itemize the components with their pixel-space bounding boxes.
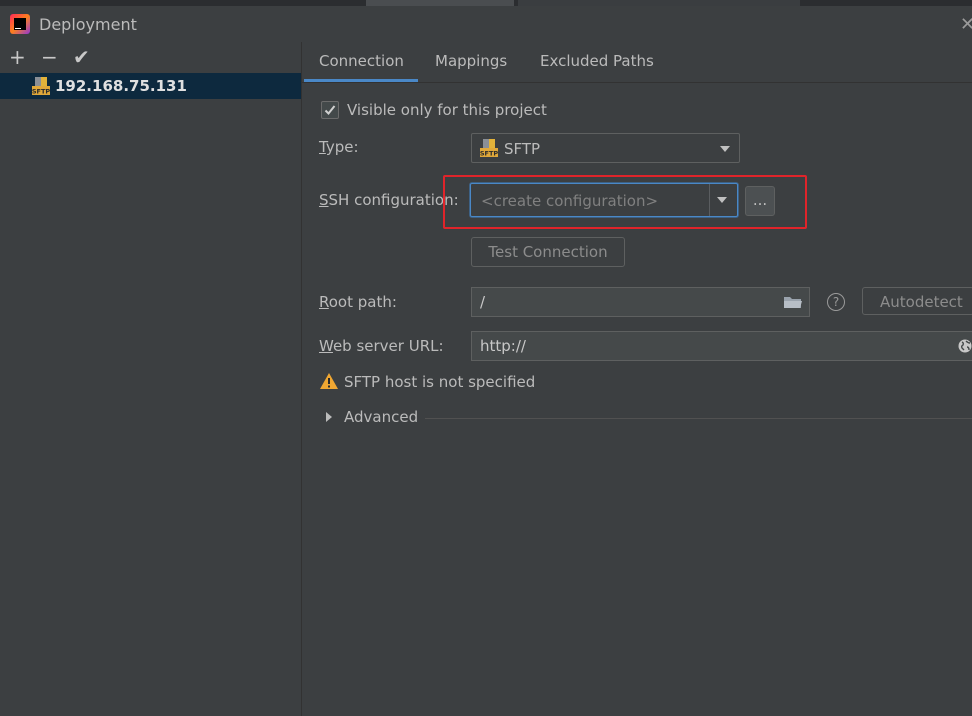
autodetect-button[interactable]: Autodetect (862, 287, 972, 315)
root-path-input[interactable]: / (471, 287, 810, 317)
tab-excluded-paths[interactable]: Excluded Paths (540, 52, 654, 70)
type-value: SFTP (504, 140, 541, 158)
warning-icon (320, 373, 338, 389)
server-list-panel (0, 42, 302, 716)
sftp-server-icon: SFTP (32, 77, 50, 96)
type-dropdown[interactable]: SFTP SFTP (471, 133, 740, 163)
title-bar (0, 0, 972, 42)
intellij-app-icon (10, 14, 30, 34)
help-icon[interactable]: ? (827, 293, 845, 311)
highlight-annotation-box (443, 175, 807, 229)
ssh-configuration-label: SSH configuration: (319, 191, 459, 209)
advanced-section-toggle[interactable]: Advanced (344, 408, 418, 426)
advanced-separator (425, 418, 972, 419)
checkmark-icon (324, 105, 336, 115)
close-icon[interactable]: ✕ (960, 14, 972, 35)
web-server-url-value: http:// (480, 337, 526, 355)
type-label: Type: (319, 138, 359, 156)
tab-mappings[interactable]: Mappings (435, 52, 507, 70)
visible-only-label: Visible only for this project (347, 101, 547, 119)
folder-icon[interactable] (783, 295, 803, 309)
tab-bar-divider (302, 82, 972, 83)
web-server-url-label: Web server URL: (319, 337, 444, 355)
web-server-url-input[interactable]: http:// (471, 331, 972, 361)
remove-server-button[interactable]: − (41, 46, 58, 68)
test-connection-button[interactable]: Test Connection (471, 237, 625, 267)
active-tab-indicator (304, 79, 418, 82)
globe-icon[interactable] (958, 339, 972, 353)
apply-button[interactable]: ✔ (73, 46, 90, 68)
background-tab (518, 0, 800, 6)
background-tab (366, 0, 514, 6)
server-name: 192.168.75.131 (55, 77, 187, 95)
sftp-icon: SFTP (480, 139, 498, 158)
visible-only-checkbox[interactable] (321, 101, 339, 119)
add-server-button[interactable]: + (9, 46, 26, 68)
warning-message: SFTP host is not specified (344, 373, 536, 391)
chevron-down-icon (720, 146, 730, 152)
root-path-value: / (480, 293, 486, 311)
window-title: Deployment (39, 15, 137, 34)
svg-text:SFTP: SFTP (32, 88, 50, 96)
tab-connection[interactable]: Connection (319, 52, 404, 70)
svg-text:SFTP: SFTP (480, 150, 498, 158)
expand-arrow-icon[interactable] (326, 412, 332, 422)
root-path-label: Root path: (319, 293, 397, 311)
